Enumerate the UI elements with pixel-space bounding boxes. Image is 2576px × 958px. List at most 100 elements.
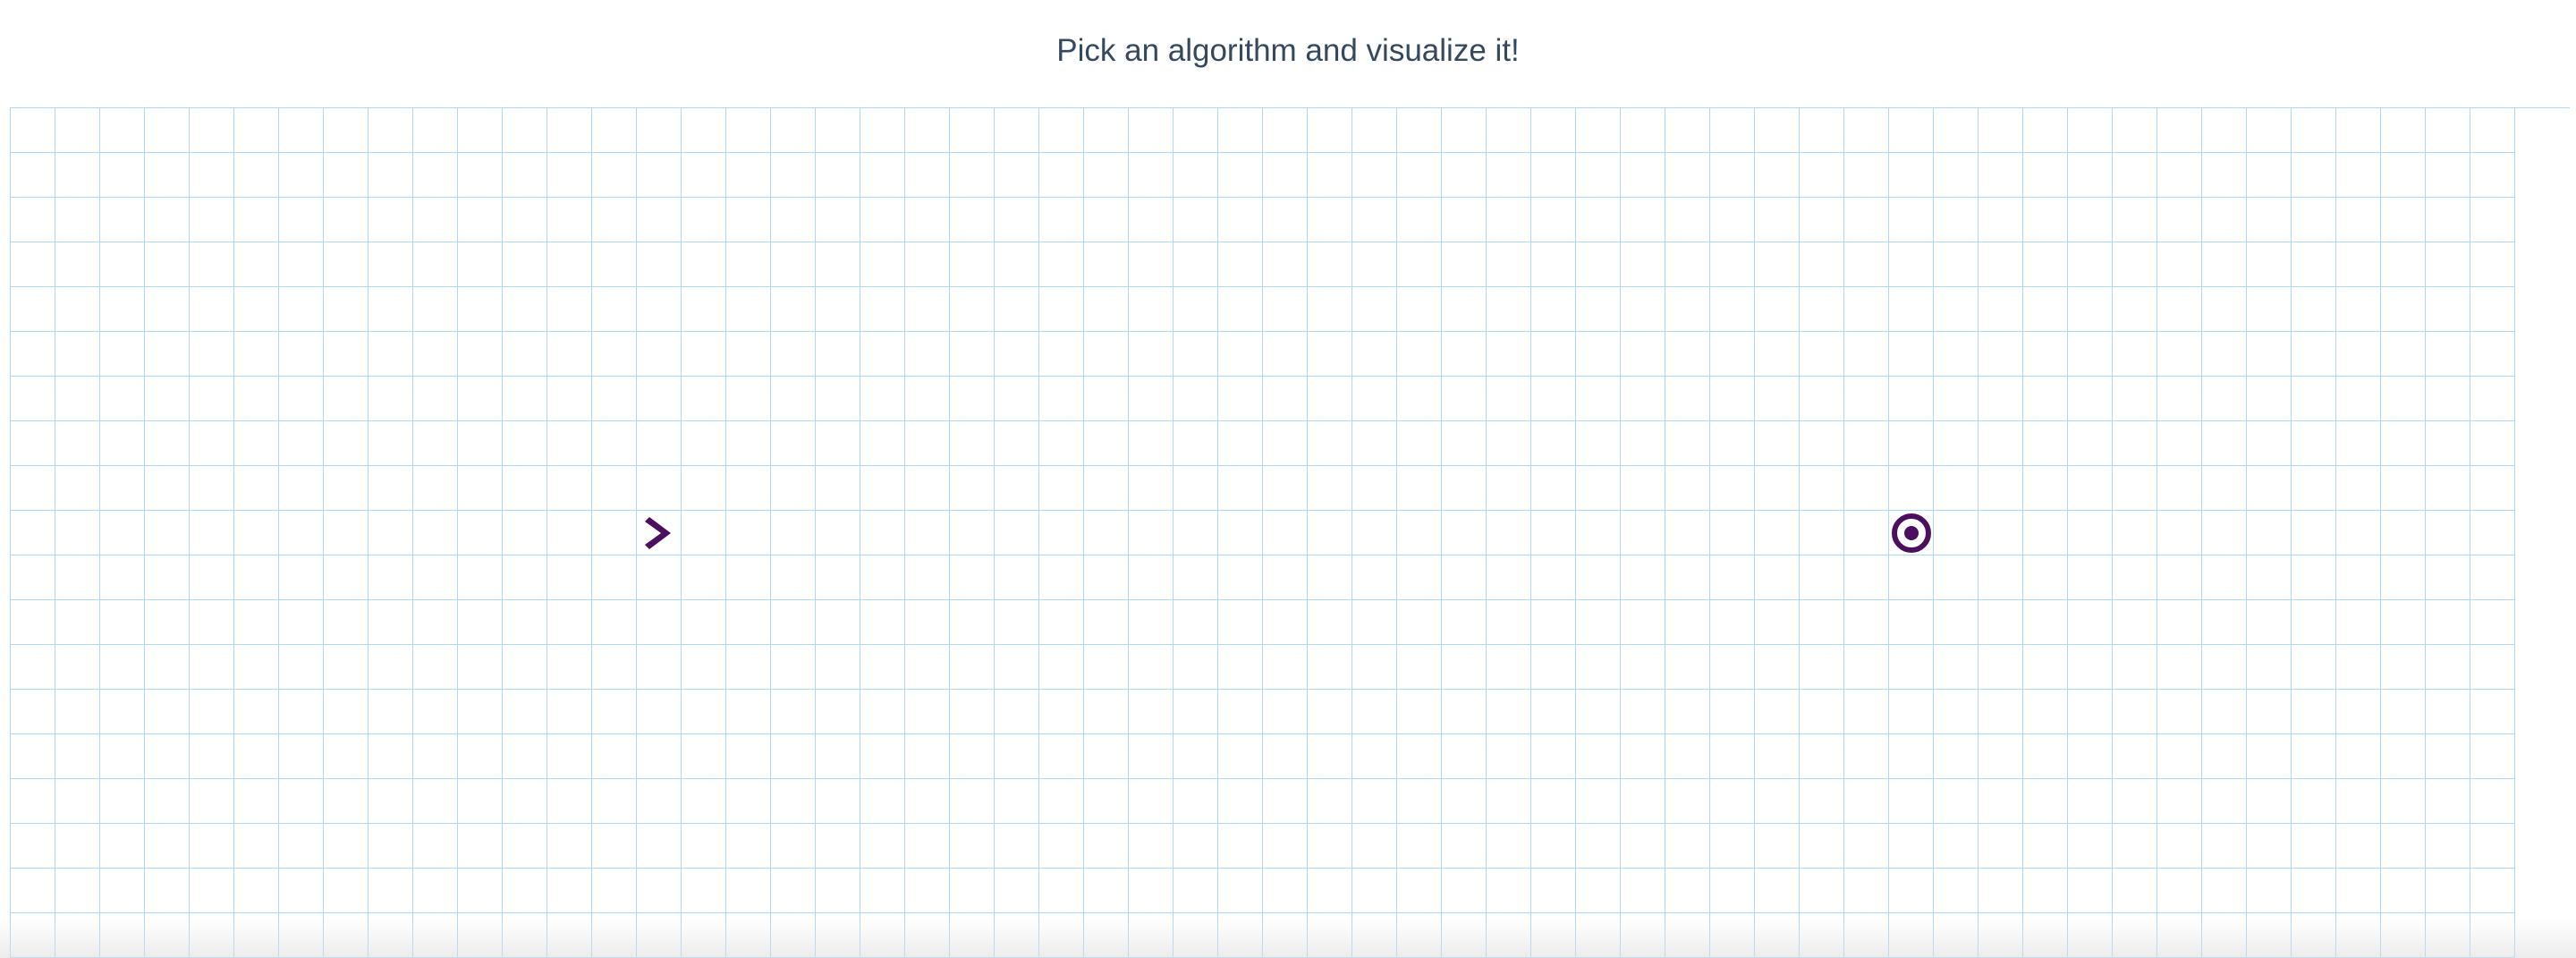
grid-cell[interactable] xyxy=(1889,153,1934,198)
grid-cell[interactable] xyxy=(234,242,279,287)
grid-cell[interactable] xyxy=(1129,242,1174,287)
grid-cell[interactable] xyxy=(1218,421,1263,466)
grid-cell[interactable] xyxy=(1084,913,1129,958)
grid-cell[interactable] xyxy=(2202,421,2247,466)
grid-cell[interactable] xyxy=(2426,466,2470,511)
grid-cell[interactable] xyxy=(905,287,950,332)
grid-cell[interactable] xyxy=(771,555,816,600)
grid-cell[interactable] xyxy=(905,600,950,645)
grid-cell[interactable] xyxy=(2336,913,2381,958)
grid-cell[interactable] xyxy=(1487,869,1531,913)
grid-cell[interactable] xyxy=(145,332,190,377)
grid-cell[interactable] xyxy=(1800,645,1844,690)
grid-cell[interactable] xyxy=(279,869,324,913)
grid-cell[interactable] xyxy=(1576,690,1621,734)
grid-cell[interactable] xyxy=(234,869,279,913)
grid-cell[interactable] xyxy=(2023,645,2068,690)
grid-cell[interactable] xyxy=(413,645,458,690)
grid-cell[interactable] xyxy=(2292,332,2336,377)
grid-cell[interactable] xyxy=(1800,734,1844,779)
grid-cell[interactable] xyxy=(2247,153,2292,198)
grid-cell[interactable] xyxy=(1531,779,1576,824)
grid-cell[interactable] xyxy=(2247,734,2292,779)
grid-cell[interactable] xyxy=(2113,690,2157,734)
grid-cell[interactable] xyxy=(324,734,369,779)
grid-cell[interactable] xyxy=(190,421,234,466)
grid-cell[interactable] xyxy=(2068,734,2113,779)
grid-cell[interactable] xyxy=(324,421,369,466)
grid-cell[interactable] xyxy=(2113,466,2157,511)
grid-cell[interactable] xyxy=(2470,913,2515,958)
grid-cell[interactable] xyxy=(55,690,100,734)
grid-cell[interactable] xyxy=(234,198,279,242)
grid-cell[interactable] xyxy=(2202,108,2247,153)
grid-cell[interactable] xyxy=(1934,153,1979,198)
grid-cell[interactable] xyxy=(1710,600,1755,645)
grid-cell[interactable] xyxy=(234,421,279,466)
grid-cell[interactable] xyxy=(1352,779,1397,824)
grid-cell[interactable] xyxy=(2381,779,2426,824)
grid-cell[interactable] xyxy=(592,511,637,555)
grid-cell[interactable] xyxy=(2381,869,2426,913)
grid-cell[interactable] xyxy=(1308,913,1352,958)
grid-cell[interactable] xyxy=(995,600,1039,645)
grid-cell[interactable] xyxy=(1665,824,1710,869)
grid-cell[interactable] xyxy=(2336,242,2381,287)
grid-cell[interactable] xyxy=(2202,153,2247,198)
grid-cell[interactable] xyxy=(2292,690,2336,734)
grid-cell[interactable] xyxy=(771,600,816,645)
grid-cell[interactable] xyxy=(1934,198,1979,242)
grid-cell[interactable] xyxy=(1308,466,1352,511)
grid-cell[interactable] xyxy=(682,779,726,824)
grid-cell[interactable] xyxy=(547,242,592,287)
grid-cell[interactable] xyxy=(1352,600,1397,645)
grid-cell[interactable] xyxy=(279,511,324,555)
grid-cell[interactable] xyxy=(2381,287,2426,332)
grid-cell[interactable] xyxy=(1889,332,1934,377)
grid-cell[interactable] xyxy=(503,466,547,511)
grid-cell[interactable] xyxy=(1084,824,1129,869)
grid-cell[interactable] xyxy=(2023,511,2068,555)
grid-cell[interactable] xyxy=(2470,242,2515,287)
grid-cell[interactable] xyxy=(279,600,324,645)
grid-cell[interactable] xyxy=(1352,242,1397,287)
grid-cell[interactable] xyxy=(905,779,950,824)
grid-cell[interactable] xyxy=(1263,600,1308,645)
grid-cell[interactable] xyxy=(1397,287,1442,332)
grid-cell[interactable] xyxy=(1800,869,1844,913)
grid-cell[interactable] xyxy=(860,600,905,645)
grid-cell[interactable] xyxy=(1665,242,1710,287)
grid-cell[interactable] xyxy=(2470,555,2515,600)
grid-cell[interactable] xyxy=(1174,600,1218,645)
grid-cell[interactable] xyxy=(1844,779,1889,824)
grid-cell[interactable] xyxy=(1665,287,1710,332)
grid-cell[interactable] xyxy=(1352,690,1397,734)
grid-cell[interactable] xyxy=(458,869,503,913)
grid-cell[interactable] xyxy=(995,869,1039,913)
grid-cell[interactable] xyxy=(2157,511,2202,555)
grid-cell[interactable] xyxy=(324,824,369,869)
grid-cell[interactable] xyxy=(1352,153,1397,198)
grid-cell[interactable] xyxy=(1129,645,1174,690)
grid-cell[interactable] xyxy=(950,466,995,511)
grid-cell[interactable] xyxy=(2470,377,2515,421)
grid-cell[interactable] xyxy=(637,332,682,377)
grid-cell[interactable] xyxy=(1442,645,1487,690)
grid-cell[interactable] xyxy=(1665,913,1710,958)
grid-cell[interactable] xyxy=(2157,421,2202,466)
grid-cell[interactable] xyxy=(1979,108,2023,153)
grid-cell[interactable] xyxy=(860,734,905,779)
grid-cell[interactable] xyxy=(682,600,726,645)
grid-cell[interactable] xyxy=(2470,421,2515,466)
grid-cell[interactable] xyxy=(1308,511,1352,555)
grid-cell[interactable] xyxy=(950,600,995,645)
grid-cell[interactable] xyxy=(682,645,726,690)
grid-cell[interactable] xyxy=(55,332,100,377)
grid-cell[interactable] xyxy=(1352,913,1397,958)
grid-cell[interactable] xyxy=(1755,153,1800,198)
grid-cell[interactable] xyxy=(145,287,190,332)
grid-cell[interactable] xyxy=(950,421,995,466)
grid-cell[interactable] xyxy=(413,108,458,153)
grid-cell[interactable] xyxy=(1800,600,1844,645)
start-node-cell[interactable] xyxy=(637,511,682,555)
